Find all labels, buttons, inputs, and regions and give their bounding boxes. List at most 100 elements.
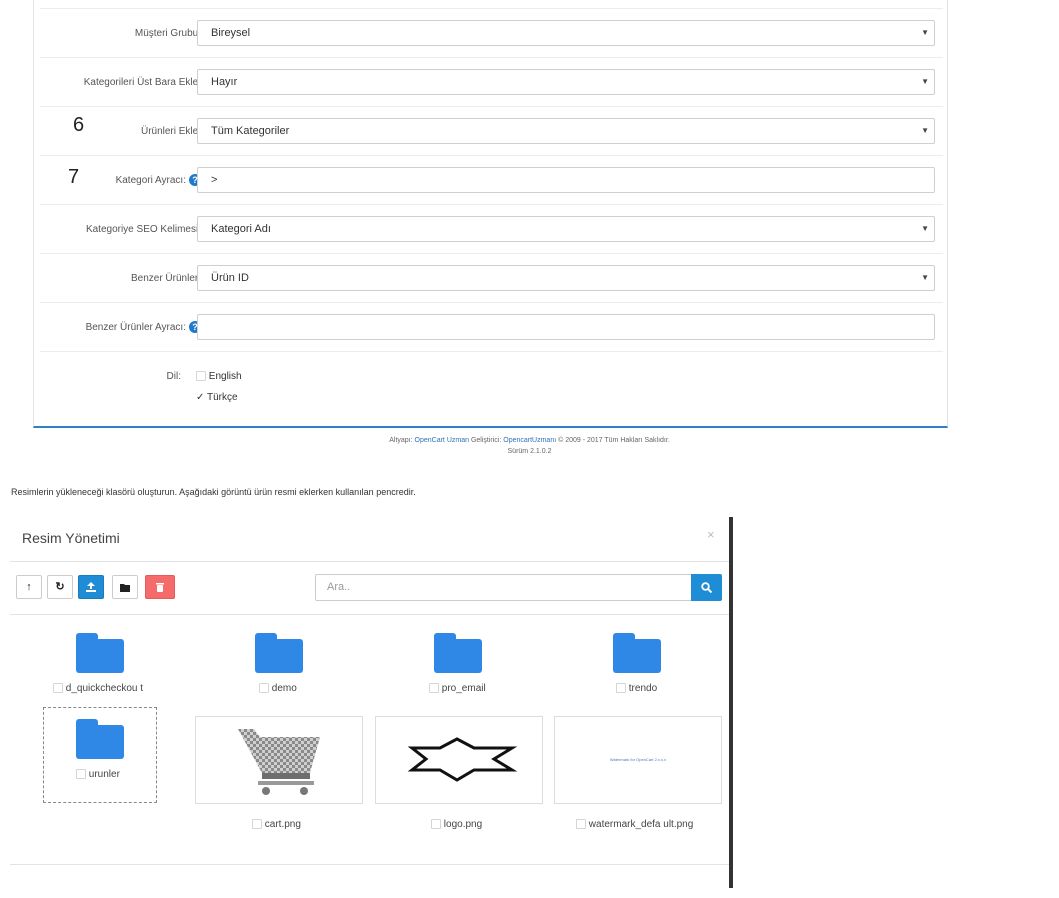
- add-products-select[interactable]: Tüm Kategoriler ▼: [197, 118, 935, 144]
- folder-icon[interactable]: [613, 633, 661, 673]
- chevron-down-icon: ▼: [921, 77, 929, 86]
- annotation-marker-7: 7: [68, 166, 80, 188]
- add-categories-topbar-select[interactable]: Hayır ▼: [197, 69, 935, 95]
- category-seo-label: Kategoriye SEO Kelimesi:: [85, 224, 201, 235]
- customer-group-select[interactable]: Bireysel ▼: [197, 20, 935, 46]
- image-item-cart[interactable]: cart.png: [252, 819, 301, 830]
- folder-item-urunler[interactable]: urunler: [76, 769, 120, 780]
- upload-button[interactable]: [78, 575, 104, 599]
- image-name: cart.png: [264, 819, 301, 830]
- modal-title: Resim Yönetimi: [22, 530, 120, 546]
- similar-products-separator-input[interactable]: [197, 314, 935, 340]
- folder-item-pro-email[interactable]: pro_email: [429, 683, 486, 694]
- category-separator-row: Kategori Ayracı:? >: [40, 155, 943, 204]
- chevron-down-icon: ▼: [921, 273, 929, 282]
- close-icon[interactable]: ×: [707, 527, 715, 542]
- add-products-label: Ürünleri Ekle:: [140, 126, 201, 137]
- checkbox[interactable]: [431, 819, 441, 830]
- image-name: logo.png: [443, 819, 483, 830]
- customer-group-value: Bireysel: [211, 27, 251, 39]
- settings-panel: Müşteri Grubu: Bireysel ▼ Kategorileri Ü…: [33, 0, 948, 428]
- similar-products-row: Benzer Ürünler: Ürün ID ▼: [40, 253, 943, 302]
- search-icon: [701, 581, 713, 593]
- image-thumb-watermark[interactable]: Watermark for OpenCart 2.x.x.x: [554, 716, 722, 804]
- image-item-watermark[interactable]: watermark_defa ult.png: [576, 819, 693, 830]
- similar-products-separator-label: Benzer Ürünler Ayracı:: [85, 322, 186, 333]
- parent-folder-button[interactable]: ↑: [16, 575, 42, 599]
- folder-name: urunler: [88, 769, 120, 780]
- level-up-icon: ↑: [26, 581, 32, 593]
- checkbox[interactable]: [53, 683, 63, 694]
- refresh-icon: ↻: [55, 581, 65, 593]
- folder-name: trendo: [628, 683, 658, 694]
- checkmark-icon[interactable]: ✓: [196, 392, 204, 403]
- add-products-value: Tüm Kategoriler: [211, 125, 290, 137]
- checkbox[interactable]: [616, 683, 626, 694]
- image-name: watermark_defa ult.png: [588, 819, 694, 830]
- folder-item-trendo[interactable]: trendo: [616, 683, 657, 694]
- folder-name: pro_email: [441, 683, 486, 694]
- folder-icon[interactable]: [434, 633, 482, 673]
- modal-footer-divider: [10, 864, 729, 865]
- folder-item-d-quickcheckout[interactable]: d_quickcheckou t: [53, 683, 143, 694]
- footer-version: Sürüm 2.1.0.2: [507, 448, 552, 455]
- cart-icon: [238, 729, 320, 795]
- add-categories-topbar-row: Kategorileri Üst Bara Ekle: Hayır ▼: [40, 57, 943, 106]
- add-categories-topbar-label: Kategorileri Üst Bara Ekle:: [83, 77, 201, 88]
- image-thumb-cart[interactable]: [195, 716, 363, 804]
- modal-scrollbar[interactable]: [729, 517, 733, 888]
- language-option-english[interactable]: English: [196, 371, 242, 382]
- checkbox[interactable]: [76, 769, 86, 780]
- delete-button[interactable]: [145, 575, 175, 599]
- footer-dev-label: Geliştirici:: [470, 437, 502, 444]
- similar-products-select[interactable]: Ürün ID ▼: [197, 265, 935, 291]
- footer-platform-link[interactable]: OpenCart Uzman: [415, 437, 469, 444]
- footer-dev-link[interactable]: OpencartUzmanı: [503, 437, 556, 444]
- folder-item-demo[interactable]: demo: [259, 683, 297, 694]
- category-separator-label-wrap: Kategori Ayracı:?: [116, 156, 201, 205]
- language-option-label: English: [208, 371, 242, 382]
- customer-group-row: Müşteri Grubu: Bireysel ▼: [40, 8, 943, 57]
- watermark-preview-text: Watermark for OpenCart 2.x.x.x: [609, 757, 667, 762]
- language-label: Dil:: [166, 371, 181, 382]
- search-button[interactable]: [691, 574, 722, 601]
- similar-products-value: Ürün ID: [211, 272, 249, 284]
- language-row: Dil: English ✓ Türkçe: [40, 351, 943, 421]
- checkbox[interactable]: [252, 819, 262, 830]
- customer-group-label: Müşteri Grubu:: [134, 28, 201, 39]
- upload-icon: [86, 582, 96, 593]
- modal-divider: [10, 561, 729, 562]
- footer-prefix: Altyapı:: [389, 437, 413, 444]
- checkbox[interactable]: [429, 683, 439, 694]
- star-shape-icon: [407, 737, 518, 782]
- new-folder-button[interactable]: [112, 575, 138, 599]
- checkbox[interactable]: [196, 371, 206, 382]
- image-thumb-logo[interactable]: [375, 716, 543, 804]
- checkbox[interactable]: [576, 819, 586, 830]
- category-seo-select[interactable]: Kategori Adı ▼: [197, 216, 935, 242]
- footer-copyright: © 2009 - 2017 Tüm Hakları Saklıdır.: [558, 437, 670, 444]
- folder-icon: [120, 583, 130, 592]
- search-input[interactable]: Ara..: [315, 574, 692, 601]
- similar-products-label: Benzer Ürünler:: [130, 273, 201, 284]
- trash-icon: [156, 583, 164, 593]
- add-products-row: Ürünleri Ekle: Tüm Kategoriler ▼: [40, 106, 943, 155]
- language-option-turkish[interactable]: ✓ Türkçe: [196, 392, 238, 403]
- chevron-down-icon: ▼: [921, 126, 929, 135]
- folder-name: d_quickcheckou t: [65, 683, 144, 694]
- category-seo-row: Kategoriye SEO Kelimesi: Kategori Adı ▼: [40, 204, 943, 253]
- chevron-down-icon: ▼: [921, 28, 929, 37]
- refresh-button[interactable]: ↻: [47, 575, 73, 599]
- folder-icon[interactable]: [76, 633, 124, 673]
- folder-icon[interactable]: [76, 719, 124, 759]
- annotation-marker-6: 6: [73, 114, 85, 136]
- add-categories-topbar-value: Hayır: [211, 76, 238, 88]
- checkbox[interactable]: [259, 683, 269, 694]
- category-separator-input[interactable]: >: [197, 167, 935, 193]
- folder-name: demo: [271, 683, 297, 694]
- similar-products-separator-label-wrap: Benzer Ürünler Ayracı:?: [86, 303, 201, 352]
- language-option-label: Türkçe: [207, 392, 238, 403]
- toolbar-divider: [10, 614, 729, 615]
- image-item-logo[interactable]: logo.png: [431, 819, 482, 830]
- folder-icon[interactable]: [255, 633, 303, 673]
